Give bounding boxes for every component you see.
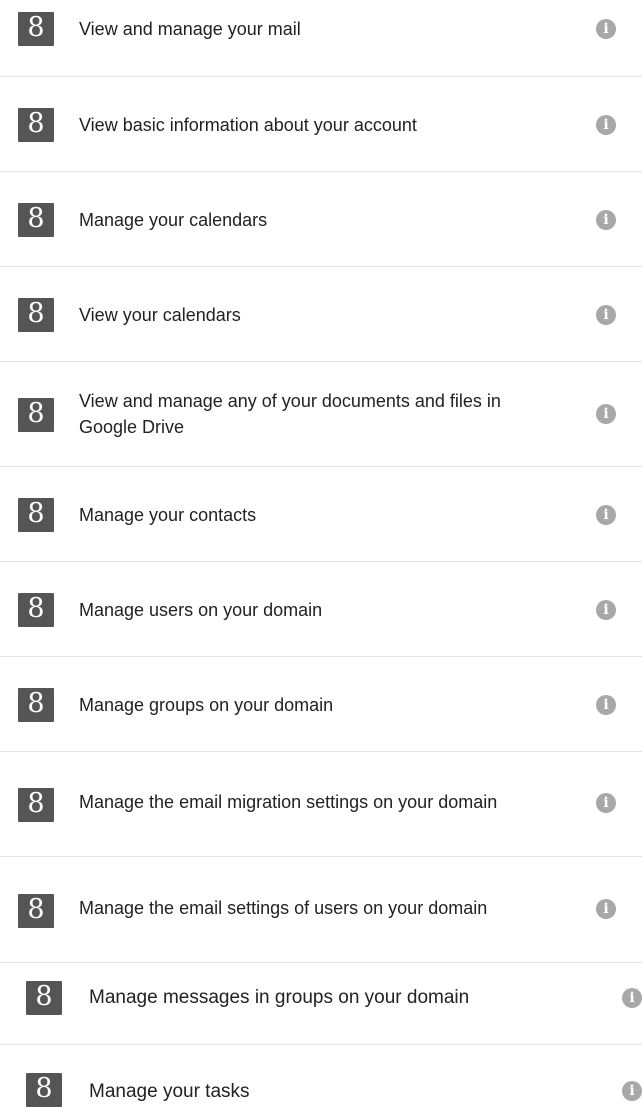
info-icon[interactable]: i bbox=[596, 793, 616, 813]
permission-label: Manage the email migration settings on y… bbox=[79, 792, 498, 812]
permission-label: View your calendars bbox=[79, 305, 241, 325]
permission-row: 8 Manage messages in groups on your doma… bbox=[0, 963, 642, 1045]
permission-row: 8 View basic information about your acco… bbox=[0, 77, 642, 172]
permission-list: 8 View and manage your mail i 8 View bas… bbox=[0, 0, 642, 1108]
info-icon[interactable]: i bbox=[596, 305, 616, 325]
permission-row: 8 Manage groups on your domain i bbox=[0, 657, 642, 752]
google-icon: 8 bbox=[18, 108, 54, 142]
info-icon[interactable]: i bbox=[596, 695, 616, 715]
permission-row: 8 Manage the email settings of users on … bbox=[0, 857, 642, 963]
google-icon: 8 bbox=[18, 398, 54, 432]
permission-label: View and manage your mail bbox=[79, 19, 301, 39]
permission-row: 8 Manage the email migration settings on… bbox=[0, 752, 642, 857]
permission-label: View and manage any of your documents an… bbox=[79, 391, 501, 437]
google-icon: 8 bbox=[18, 298, 54, 332]
permission-label: Manage users on your domain bbox=[79, 600, 323, 620]
info-icon[interactable]: i bbox=[596, 404, 616, 424]
permission-label: Manage messages in groups on your domain bbox=[89, 987, 470, 1008]
permission-label: Manage your calendars bbox=[79, 210, 268, 230]
google-icon: 8 bbox=[18, 12, 54, 46]
permission-label: Manage your tasks bbox=[89, 1081, 250, 1102]
permission-row: 8 Manage your contacts i bbox=[0, 467, 642, 562]
google-icon: 8 bbox=[18, 203, 54, 237]
info-icon[interactable]: i bbox=[596, 210, 616, 230]
info-icon[interactable]: i bbox=[596, 19, 616, 39]
info-icon[interactable]: i bbox=[596, 115, 616, 135]
info-icon[interactable]: i bbox=[596, 899, 616, 919]
permission-row: 8 View and manage your mail i bbox=[0, 0, 642, 77]
permission-row: 8 View and manage any of your documents … bbox=[0, 362, 642, 467]
permission-row: 8 Manage users on your domain i bbox=[0, 562, 642, 657]
google-icon: 8 bbox=[18, 498, 54, 532]
permission-label: Manage your contacts bbox=[79, 505, 257, 525]
info-icon[interactable]: i bbox=[596, 505, 616, 525]
info-icon[interactable]: i bbox=[596, 600, 616, 620]
google-icon: 8 bbox=[26, 981, 62, 1015]
info-icon[interactable]: i bbox=[622, 1081, 642, 1101]
permission-row: 8 Manage your tasks i bbox=[0, 1045, 642, 1108]
permission-row: 8 Manage your calendars i bbox=[0, 172, 642, 267]
info-icon[interactable]: i bbox=[622, 988, 642, 1008]
google-icon: 8 bbox=[26, 1073, 62, 1107]
google-icon: 8 bbox=[18, 894, 54, 928]
permission-label: Manage the email settings of users on yo… bbox=[79, 898, 488, 918]
google-icon: 8 bbox=[18, 788, 54, 822]
permission-label: View basic information about your accoun… bbox=[79, 115, 417, 135]
google-icon: 8 bbox=[18, 688, 54, 722]
permission-row: 8 View your calendars i bbox=[0, 267, 642, 362]
google-icon: 8 bbox=[18, 593, 54, 627]
permission-label: Manage groups on your domain bbox=[79, 695, 334, 715]
